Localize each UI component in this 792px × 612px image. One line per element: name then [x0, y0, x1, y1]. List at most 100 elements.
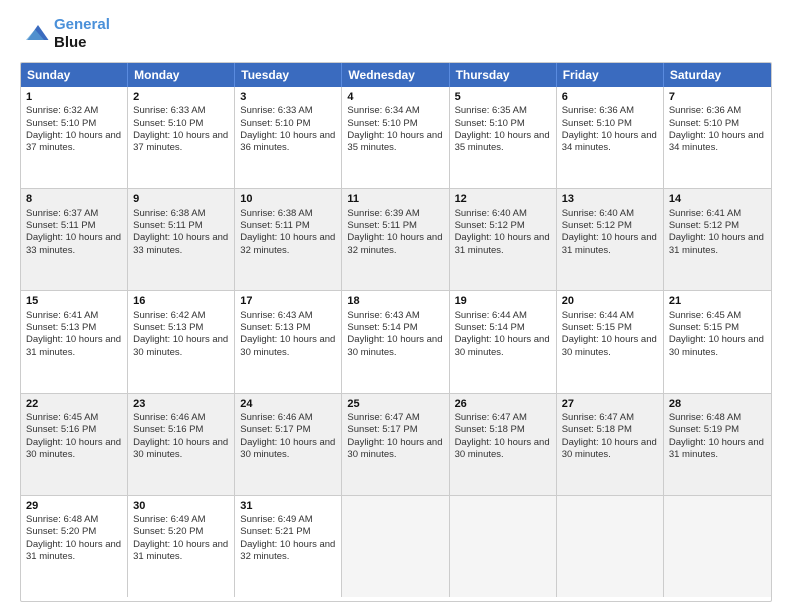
- day-info-line: Daylight: 10 hours and 31 minutes.: [669, 437, 766, 462]
- day-number: 10: [240, 192, 336, 206]
- calendar-cell: 27Sunrise: 6:47 AMSunset: 5:18 PMDayligh…: [557, 394, 664, 495]
- calendar-header-cell: Sunday: [21, 63, 128, 87]
- calendar-week: 29Sunrise: 6:48 AMSunset: 5:20 PMDayligh…: [21, 496, 771, 597]
- day-number: 19: [455, 294, 551, 308]
- day-info-line: Daylight: 10 hours and 30 minutes.: [562, 437, 658, 462]
- day-info-line: Daylight: 10 hours and 31 minutes.: [669, 232, 766, 257]
- day-info-line: Daylight: 10 hours and 30 minutes.: [455, 437, 551, 462]
- day-number: 29: [26, 499, 122, 513]
- calendar-cell-empty: [664, 496, 771, 597]
- day-info-line: Sunset: 5:10 PM: [455, 118, 551, 130]
- calendar: SundayMondayTuesdayWednesdayThursdayFrid…: [20, 62, 772, 602]
- calendar-cell: 2Sunrise: 6:33 AMSunset: 5:10 PMDaylight…: [128, 87, 235, 188]
- calendar-cell: 10 Sunrise: 6:38 AMSunset: 5:11 PMDayligh…: [235, 189, 342, 290]
- day-info-line: Sunrise: 6:49 AM: [240, 514, 336, 526]
- day-info-line: Sunset: 5:19 PM: [669, 424, 766, 436]
- day-number: 9: [133, 192, 229, 206]
- day-info-line: Sunset: 5:13 PM: [240, 322, 336, 334]
- calendar-cell: 26Sunrise: 6:47 AMSunset: 5:18 PMDayligh…: [450, 394, 557, 495]
- day-info-line: Sunrise: 6:46 AM: [133, 412, 229, 424]
- day-info-line: Sunrise: 6:36 AM: [669, 105, 766, 117]
- calendar-header-cell: Friday: [557, 63, 664, 87]
- calendar-header-cell: Monday: [128, 63, 235, 87]
- day-info-line: Sunrise: 6:47 AM: [347, 412, 443, 424]
- day-number: 15: [26, 294, 122, 308]
- day-info-line: Sunrise: 6:45 AM: [26, 412, 122, 424]
- calendar-header-cell: Thursday: [450, 63, 557, 87]
- day-info-line: Daylight: 10 hours and 30 minutes.: [133, 334, 229, 359]
- calendar-cell: 20Sunrise: 6:44 AMSunset: 5:15 PMDayligh…: [557, 291, 664, 392]
- day-info-line: Sunset: 5:20 PM: [133, 526, 229, 538]
- day-number: 16: [133, 294, 229, 308]
- day-info-line: Daylight: 10 hours and 30 minutes.: [347, 334, 443, 359]
- day-number: 25: [347, 397, 443, 411]
- calendar-cell: 13Sunrise: 6:40 AMSunset: 5:12 PMDayligh…: [557, 189, 664, 290]
- day-info-line: Sunset: 5:12 PM: [669, 220, 766, 232]
- day-info-line: Daylight: 10 hours and 35 minutes.: [455, 130, 551, 155]
- day-info-line: Sunrise: 6:48 AM: [669, 412, 766, 424]
- day-info-line: Sunrise: 6:38 AM: [240, 208, 336, 220]
- day-info-line: Sunset: 5:17 PM: [240, 424, 336, 436]
- day-number: 21: [669, 294, 766, 308]
- day-info-line: Daylight: 10 hours and 34 minutes.: [669, 130, 766, 155]
- day-number: 22: [26, 397, 122, 411]
- day-info-line: Daylight: 10 hours and 35 minutes.: [347, 130, 443, 155]
- day-info-line: Sunrise: 6:44 AM: [455, 310, 551, 322]
- day-info-line: Sunset: 5:10 PM: [240, 118, 336, 130]
- logo-text: General Blue: [54, 16, 110, 52]
- calendar-cell: 24Sunrise: 6:46 AMSunset: 5:17 PMDayligh…: [235, 394, 342, 495]
- day-info-line: Sunset: 5:14 PM: [347, 322, 443, 334]
- day-info-line: Sunset: 5:15 PM: [669, 322, 766, 334]
- day-info-line: Sunrise: 6:43 AM: [347, 310, 443, 322]
- day-info-line: Sunset: 5:20 PM: [26, 526, 122, 538]
- calendar-cell: 30Sunrise: 6:49 AMSunset: 5:20 PMDayligh…: [128, 496, 235, 597]
- day-number: 31: [240, 499, 336, 513]
- day-number: 6: [562, 90, 658, 104]
- day-info-line: Sunrise: 6:41 AM: [26, 310, 122, 322]
- calendar-cell: 31Sunrise: 6:49 AMSunset: 5:21 PMDayligh…: [235, 496, 342, 597]
- day-info-line: Daylight: 10 hours and 37 minutes.: [26, 130, 122, 155]
- day-info-line: Sunset: 5:18 PM: [562, 424, 658, 436]
- day-info-line: Sunrise: 6:39 AM: [347, 208, 443, 220]
- day-info-line: Daylight: 10 hours and 30 minutes.: [240, 437, 336, 462]
- logo-icon: [20, 19, 50, 49]
- calendar-cell: 1Sunrise: 6:32 AMSunset: 5:10 PMDaylight…: [21, 87, 128, 188]
- calendar-cell: 18Sunrise: 6:43 AMSunset: 5:14 PMDayligh…: [342, 291, 449, 392]
- day-info-line: Sunset: 5:14 PM: [455, 322, 551, 334]
- day-info-line: Daylight: 10 hours and 33 minutes.: [26, 232, 122, 257]
- calendar-cell: 17Sunrise: 6:43 AMSunset: 5:13 PMDayligh…: [235, 291, 342, 392]
- day-info-line: Sunrise: 6:40 AM: [562, 208, 658, 220]
- day-info-line: Sunrise: 6:49 AM: [133, 514, 229, 526]
- day-info-line: Sunrise: 6:45 AM: [669, 310, 766, 322]
- calendar-week: 8Sunrise: 6:37 AMSunset: 5:11 PMDaylight…: [21, 189, 771, 291]
- day-info-line: Daylight: 10 hours and 30 minutes.: [133, 437, 229, 462]
- day-number: 17: [240, 294, 336, 308]
- day-info-line: Sunrise: 6:34 AM: [347, 105, 443, 117]
- calendar-cell: 14Sunrise: 6:41 AMSunset: 5:12 PMDayligh…: [664, 189, 771, 290]
- day-info-line: Sunrise: 6:46 AM: [240, 412, 336, 424]
- day-info-line: Sunrise: 6:33 AM: [133, 105, 229, 117]
- day-info-line: Daylight: 10 hours and 36 minutes.: [240, 130, 336, 155]
- day-info-line: Sunrise: 6:44 AM: [562, 310, 658, 322]
- day-info-line: Sunrise: 6:33 AM: [240, 105, 336, 117]
- day-info-line: Sunset: 5:16 PM: [26, 424, 122, 436]
- calendar-cell: 8Sunrise: 6:37 AMSunset: 5:11 PMDaylight…: [21, 189, 128, 290]
- calendar-cell: 22Sunrise: 6:45 AMSunset: 5:16 PMDayligh…: [21, 394, 128, 495]
- calendar-cell: 16Sunrise: 6:42 AMSunset: 5:13 PMDayligh…: [128, 291, 235, 392]
- day-info-line: Sunset: 5:13 PM: [26, 322, 122, 334]
- day-number: 8: [26, 192, 122, 206]
- day-number: 23: [133, 397, 229, 411]
- day-info-line: Sunrise: 6:48 AM: [26, 514, 122, 526]
- day-info-line: Sunrise: 6:36 AM: [562, 105, 658, 117]
- calendar-cell: 29Sunrise: 6:48 AMSunset: 5:20 PMDayligh…: [21, 496, 128, 597]
- day-info-line: Daylight: 10 hours and 31 minutes.: [26, 334, 122, 359]
- day-info-line: Sunset: 5:11 PM: [240, 220, 336, 232]
- day-info-line: Daylight: 10 hours and 33 minutes.: [133, 232, 229, 257]
- day-info-line: Daylight: 10 hours and 30 minutes.: [26, 437, 122, 462]
- day-info-line: Sunset: 5:11 PM: [133, 220, 229, 232]
- day-info-line: Sunrise: 6:38 AM: [133, 208, 229, 220]
- day-info-line: Daylight: 10 hours and 32 minutes.: [240, 232, 336, 257]
- calendar-cell-empty: [342, 496, 449, 597]
- calendar-cell: 12Sunrise: 6:40 AMSunset: 5:12 PMDayligh…: [450, 189, 557, 290]
- calendar-header-cell: Saturday: [664, 63, 771, 87]
